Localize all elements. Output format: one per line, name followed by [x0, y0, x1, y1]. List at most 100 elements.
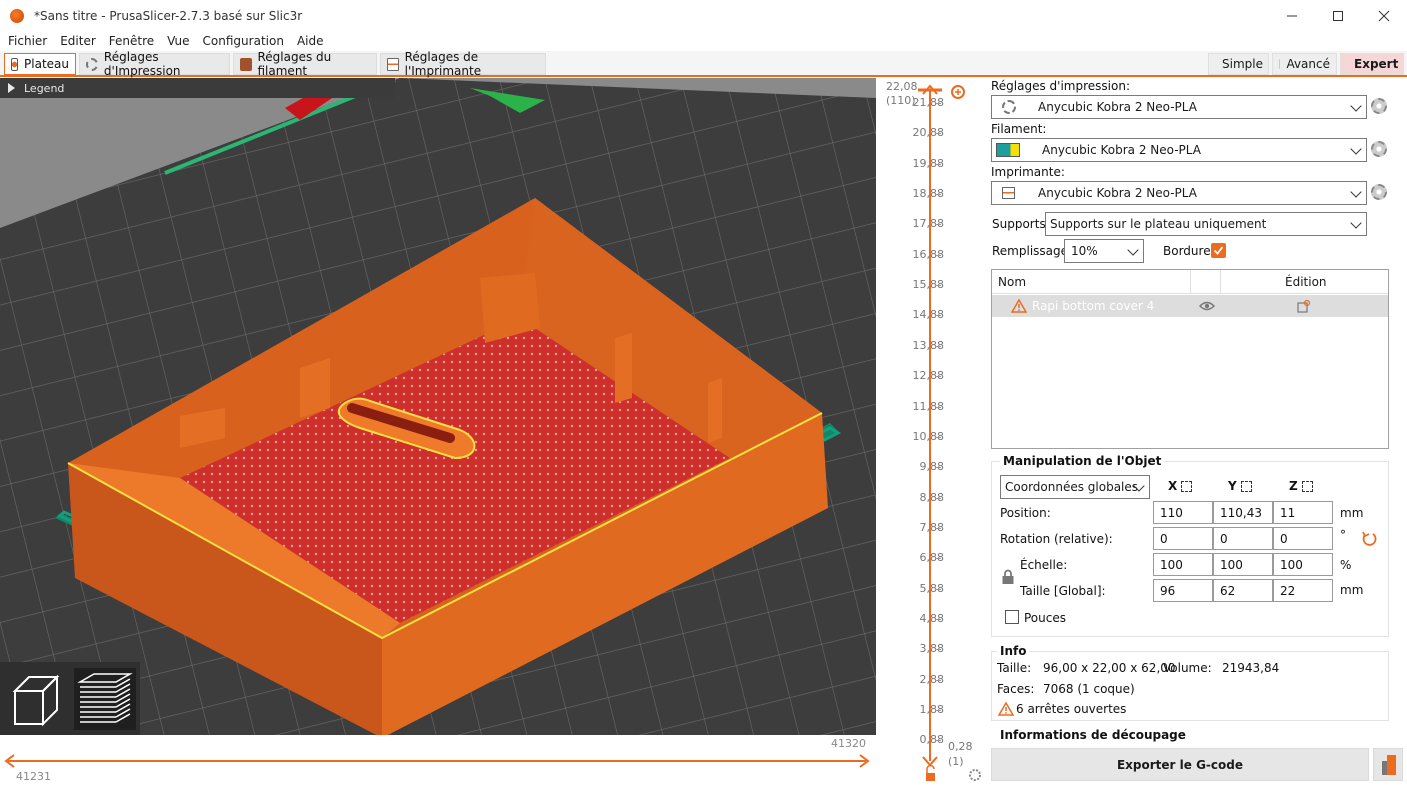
menu-vue[interactable]: Vue	[167, 34, 189, 48]
close-button[interactable]	[1361, 0, 1407, 31]
filament-gear-icon[interactable]	[1371, 141, 1387, 157]
3d-viewport[interactable]: Legend	[0, 78, 876, 735]
vslider-tick-mark	[935, 224, 941, 226]
cog-icon	[86, 57, 98, 71]
mode-simple-button[interactable]: Simple	[1208, 53, 1269, 75]
inches-label: Pouces	[1024, 611, 1066, 625]
vslider-settings-cog-icon	[969, 769, 981, 781]
filament-combo[interactable]: Anycubic Kobra 2 Neo-PLA	[991, 138, 1367, 162]
scale-z-input[interactable]: 100	[1273, 553, 1333, 576]
filament-label: Filament:	[991, 122, 1047, 136]
menu-fenetre[interactable]: Fenêtre	[109, 34, 154, 48]
info-size-value: 96,00 x 22,00 x 62,00	[1043, 661, 1176, 675]
vslider-tick-mark	[935, 345, 941, 347]
minimize-button[interactable]	[1269, 0, 1315, 31]
scale-x-input[interactable]: 100	[1153, 553, 1213, 576]
vslider-tick-mark	[935, 527, 941, 529]
prusaslicer-app-icon	[10, 8, 24, 23]
warning-icon	[998, 702, 1014, 716]
object-list: Nom Édition Rapi bottom cover 4	[991, 269, 1389, 449]
vslider-bottom-value: 0,28	[948, 740, 973, 753]
checkmark-icon	[1213, 246, 1224, 255]
position-x-input[interactable]: 110	[1153, 501, 1213, 524]
send-to-sd-button[interactable]	[1373, 748, 1403, 781]
printer-combo[interactable]: Anycubic Kobra 2 Neo-PLA	[991, 181, 1367, 205]
rotation-x-input[interactable]: 0	[1153, 527, 1213, 550]
reset-rotation-icon[interactable]	[1361, 530, 1377, 546]
horizontal-move-slider[interactable]: 41320 41231	[0, 735, 876, 786]
tab-printer-settings-label: Réglages de l'Imprimante	[404, 50, 482, 78]
printer-gear-icon[interactable]	[1371, 184, 1387, 200]
size-x-input[interactable]: 96	[1153, 579, 1213, 602]
brim-checkbox[interactable]	[1211, 243, 1226, 258]
vertical-layer-slider[interactable]: 22,08 (110) 21,88 20,88 19,88 18,88 17,88 16,…	[876, 78, 989, 786]
vslider-tick-mark	[935, 194, 941, 196]
eye-icon[interactable]	[1199, 300, 1215, 312]
cog-icon	[1002, 100, 1016, 114]
3d-view-cube-icon[interactable]	[5, 669, 65, 729]
tab-printer-settings[interactable]: Réglages de l'Imprimante	[380, 50, 546, 78]
legend-bar[interactable]: Legend	[0, 78, 395, 98]
coordinates-value: Coordonnées globales	[1005, 480, 1139, 494]
info-title: Info	[997, 644, 1030, 658]
position-y-input[interactable]: 110,43	[1213, 501, 1273, 524]
supports-combo[interactable]: Supports sur le plateau uniquement	[1045, 212, 1367, 236]
view-toggle-panel	[0, 662, 140, 735]
object-row[interactable]: Rapi bottom cover 4	[992, 295, 1388, 317]
vslider-tick-mark	[935, 133, 941, 135]
preview-layers-icon[interactable]	[73, 667, 136, 730]
print-settings-value: Anycubic Kobra 2 Neo-PLA	[1038, 100, 1197, 114]
vslider-tick-mark	[935, 376, 941, 378]
size-unit: mm	[1340, 583, 1364, 597]
infill-combo[interactable]: 10%	[1064, 239, 1144, 263]
hslider-right-value: 41320	[831, 737, 866, 750]
tab-filament-settings[interactable]: Réglages du filament	[233, 50, 377, 78]
maximize-button[interactable]	[1315, 0, 1361, 31]
coordinates-combo[interactable]: Coordonnées globales	[1000, 475, 1150, 499]
column-name[interactable]: Nom	[998, 275, 1026, 289]
vslider-tick-mark	[935, 285, 941, 287]
hslider-track[interactable]	[0, 751, 876, 771]
vslider-tick-mark	[935, 558, 941, 560]
close-icon	[1378, 10, 1390, 21]
legend-label: Legend	[24, 81, 65, 95]
tab-filament-settings-label: Réglages du filament	[257, 50, 332, 78]
drop-to-bed-icon	[1181, 481, 1193, 492]
rotation-z-input[interactable]: 0	[1273, 527, 1333, 550]
mode-expert-button[interactable]: Expert	[1340, 53, 1404, 75]
edit-icon[interactable]	[1297, 299, 1311, 313]
rotation-y-input[interactable]: 0	[1213, 527, 1273, 550]
size-y-input[interactable]: 62	[1213, 579, 1273, 602]
lock-icon[interactable]	[1001, 569, 1015, 585]
vslider-tick-mark	[935, 740, 941, 742]
vslider-tick-mark	[935, 467, 941, 469]
info-size-label: Taille:	[997, 661, 1032, 675]
menu-editer[interactable]: Editer	[60, 34, 96, 48]
mode-advanced-label: Avancé	[1286, 57, 1330, 71]
drop-to-bed-icon	[1301, 481, 1313, 492]
chevron-down-icon	[1350, 143, 1362, 155]
print-settings-gear-icon[interactable]	[1371, 98, 1387, 114]
position-z-input[interactable]: 11	[1273, 501, 1333, 524]
mode-advanced-button[interactable]: Avancé	[1272, 53, 1337, 75]
plater-icon	[11, 57, 19, 71]
column-divider	[1220, 270, 1221, 294]
vslider-tick-mark	[935, 649, 941, 651]
mode-expert-label: Expert	[1354, 57, 1399, 71]
tab-bar: Plateau Réglages d'Impression Réglages d…	[0, 50, 1407, 78]
export-gcode-button[interactable]: Exporter le G-code	[991, 748, 1369, 781]
menu-aide[interactable]: Aide	[297, 34, 324, 48]
scale-y-input[interactable]: 100	[1213, 553, 1273, 576]
print-settings-combo[interactable]: Anycubic Kobra 2 Neo-PLA	[991, 95, 1367, 119]
tab-print-settings[interactable]: Réglages d'Impression	[79, 50, 230, 78]
tab-plateau[interactable]: Plateau	[4, 53, 76, 75]
column-edit[interactable]: Édition	[1285, 275, 1327, 289]
expand-triangle-icon	[8, 83, 15, 93]
size-z-input[interactable]: 22	[1273, 579, 1333, 602]
vslider-tick-mark	[935, 710, 941, 711]
menu-configuration[interactable]: Configuration	[203, 34, 284, 48]
inches-checkbox[interactable]	[1005, 610, 1019, 624]
printer-icon	[387, 57, 399, 71]
hslider-left-value: 41231	[16, 770, 51, 783]
menu-fichier[interactable]: Fichier	[8, 34, 47, 48]
